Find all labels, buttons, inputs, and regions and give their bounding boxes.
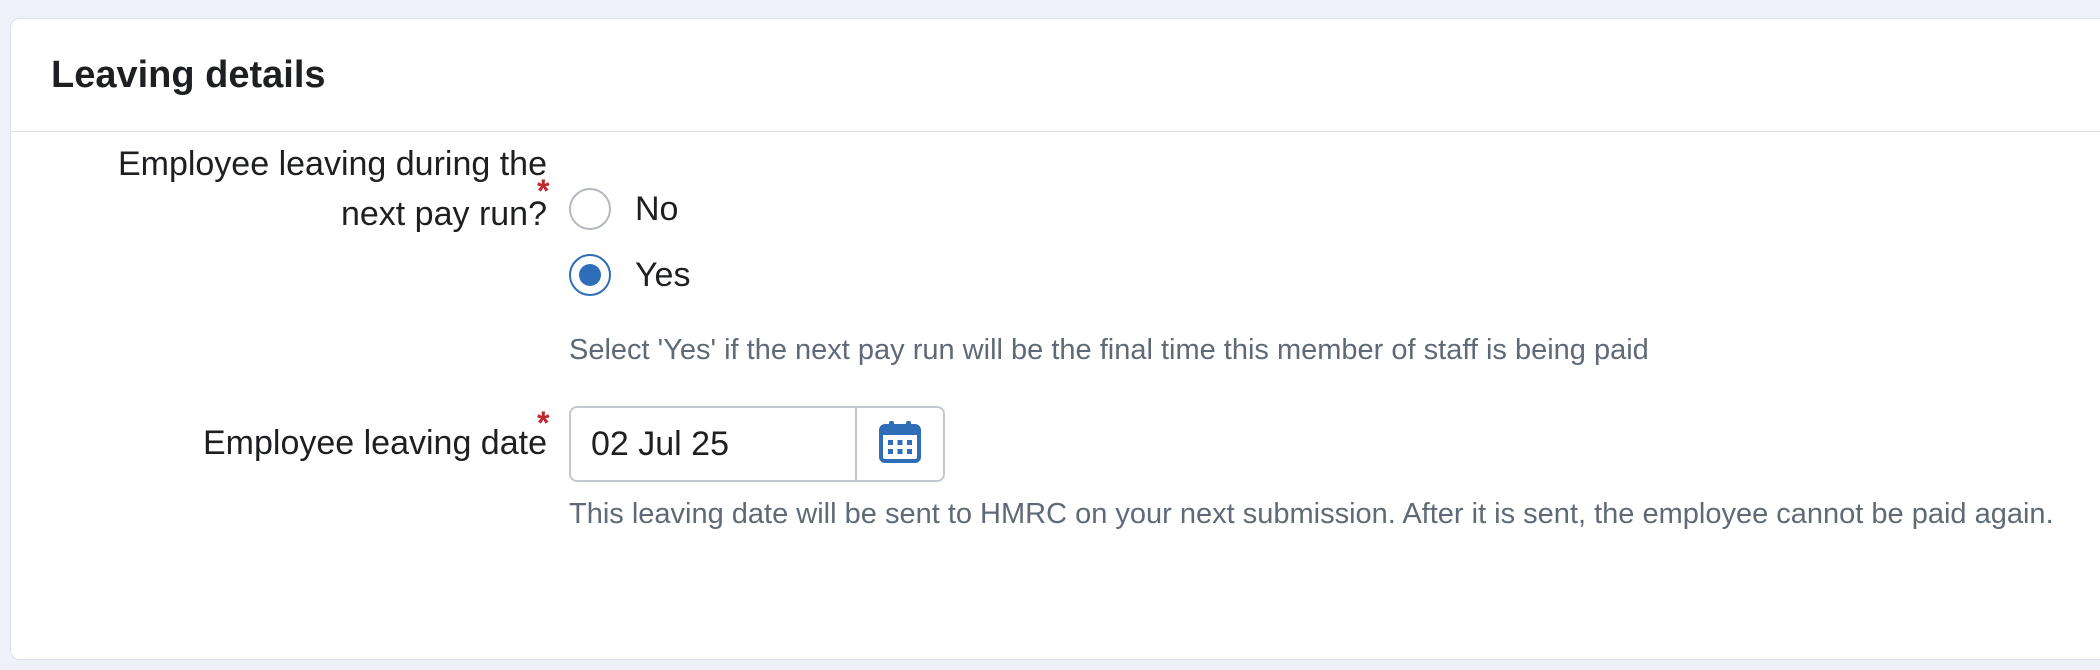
radio-yes-label[interactable]: Yes xyxy=(635,253,690,297)
radio-no-label[interactable]: No xyxy=(635,187,678,231)
calendar-button[interactable] xyxy=(855,408,943,480)
radio-option-yes[interactable]: Yes xyxy=(569,251,690,299)
leaving-date-label: Employee leaving date xyxy=(202,424,547,462)
radio-no[interactable] xyxy=(569,188,611,230)
required-marker: * xyxy=(537,173,550,209)
leaving-next-run-label-line2: next pay run? xyxy=(340,195,547,233)
leaving-date-hint: This leaving date will be sent to HMRC o… xyxy=(569,498,2054,530)
leaving-date-picker xyxy=(569,406,945,482)
radio-option-no[interactable]: No xyxy=(569,185,678,233)
leaving-next-run-label-line1: Employee leaving during the xyxy=(117,145,547,183)
leaving-next-run-hint: Select 'Yes' if the next pay run will be… xyxy=(569,334,1649,366)
section-title: Leaving details xyxy=(51,54,326,96)
radio-yes[interactable] xyxy=(569,254,611,296)
card-header: Leaving details xyxy=(11,19,2100,132)
calendar-icon xyxy=(877,419,923,470)
required-marker: * xyxy=(537,405,550,441)
leaving-date-input[interactable] xyxy=(571,408,855,480)
leaving-details-card: Leaving details Employee leaving during … xyxy=(10,18,2100,660)
leaving-next-run-label: Employee leaving during the next pay run… xyxy=(0,139,547,239)
